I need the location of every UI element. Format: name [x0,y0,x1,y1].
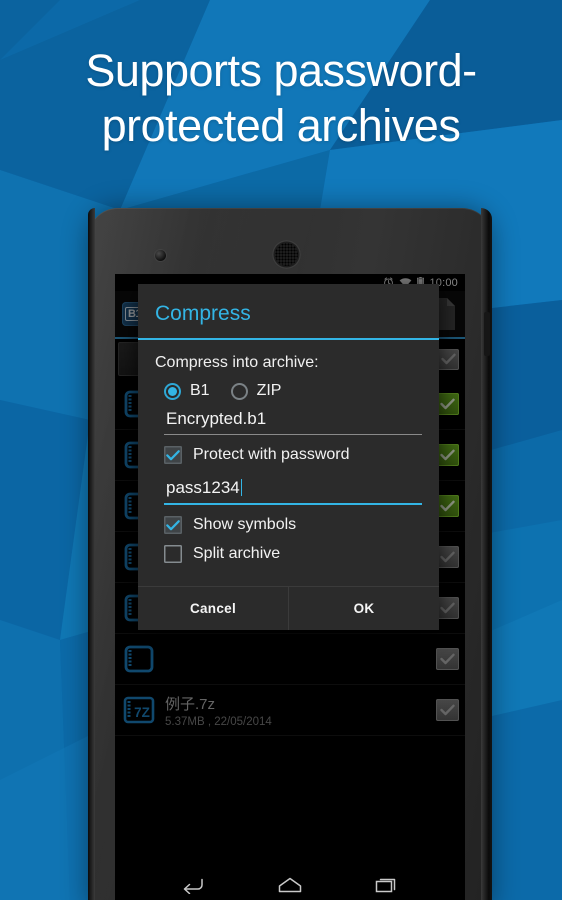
home-icon[interactable] [277,876,303,894]
phone-left-edge [88,208,95,900]
front-camera [155,250,166,261]
show-symbols-label: Show symbols [193,516,297,533]
dialog-action-bar: Cancel OK [138,586,439,630]
split-archive-row[interactable]: Split archive [155,545,422,563]
protect-with-password-checkbox[interactable] [164,446,182,464]
headline-line-1: Supports password- [85,45,477,96]
headline-line-2: protected archives [101,99,461,151]
archive-filename-input[interactable]: Encrypted.b1 [164,406,422,435]
password-input[interactable]: pass1234 [164,475,422,505]
protect-with-password-label: Protect with password [193,446,350,463]
cancel-button[interactable]: Cancel [138,587,288,630]
earpiece-speaker [272,240,301,269]
archive-filename-value: Encrypted.b1 [166,409,267,428]
radio-b1[interactable] [164,383,181,400]
protect-with-password-row[interactable]: Protect with password [155,446,422,464]
radio-zip-label: ZIP [256,382,282,399]
cancel-label: Cancel [189,601,237,616]
power-button[interactable] [484,312,490,356]
radio-zip[interactable] [231,383,248,400]
archive-format-label: Compress into archive: [155,354,319,371]
phone-device: 10:00 B1 Select multiple files [88,208,492,900]
show-symbols-row[interactable]: Show symbols [155,516,422,534]
split-archive-checkbox[interactable] [164,545,182,563]
text-caret [240,479,243,496]
promo-headline: Supports password- protected archives [0,44,562,154]
password-value: pass1234 [166,478,240,497]
dialog-body: Compress into archive: B1 ZIP Encrypted.… [138,340,439,586]
android-nav-bar [115,862,465,900]
show-symbols-checkbox[interactable] [164,516,182,534]
radio-b1-label: B1 [190,382,210,399]
archive-format-radio-group: B1 ZIP [155,382,422,400]
checkmark-icon [166,519,180,530]
back-arrow-icon[interactable] [181,876,205,894]
split-archive-label: Split archive [193,545,281,562]
compress-dialog: Compress Compress into archive: B1 ZIP E… [138,284,439,630]
ok-button[interactable]: OK [288,587,439,630]
checkmark-icon [166,449,180,460]
dialog-title: Compress [155,302,251,325]
recent-apps-icon[interactable] [375,876,399,894]
ok-label: OK [353,601,375,616]
phone-screen: 10:00 B1 Select multiple files [115,274,465,900]
